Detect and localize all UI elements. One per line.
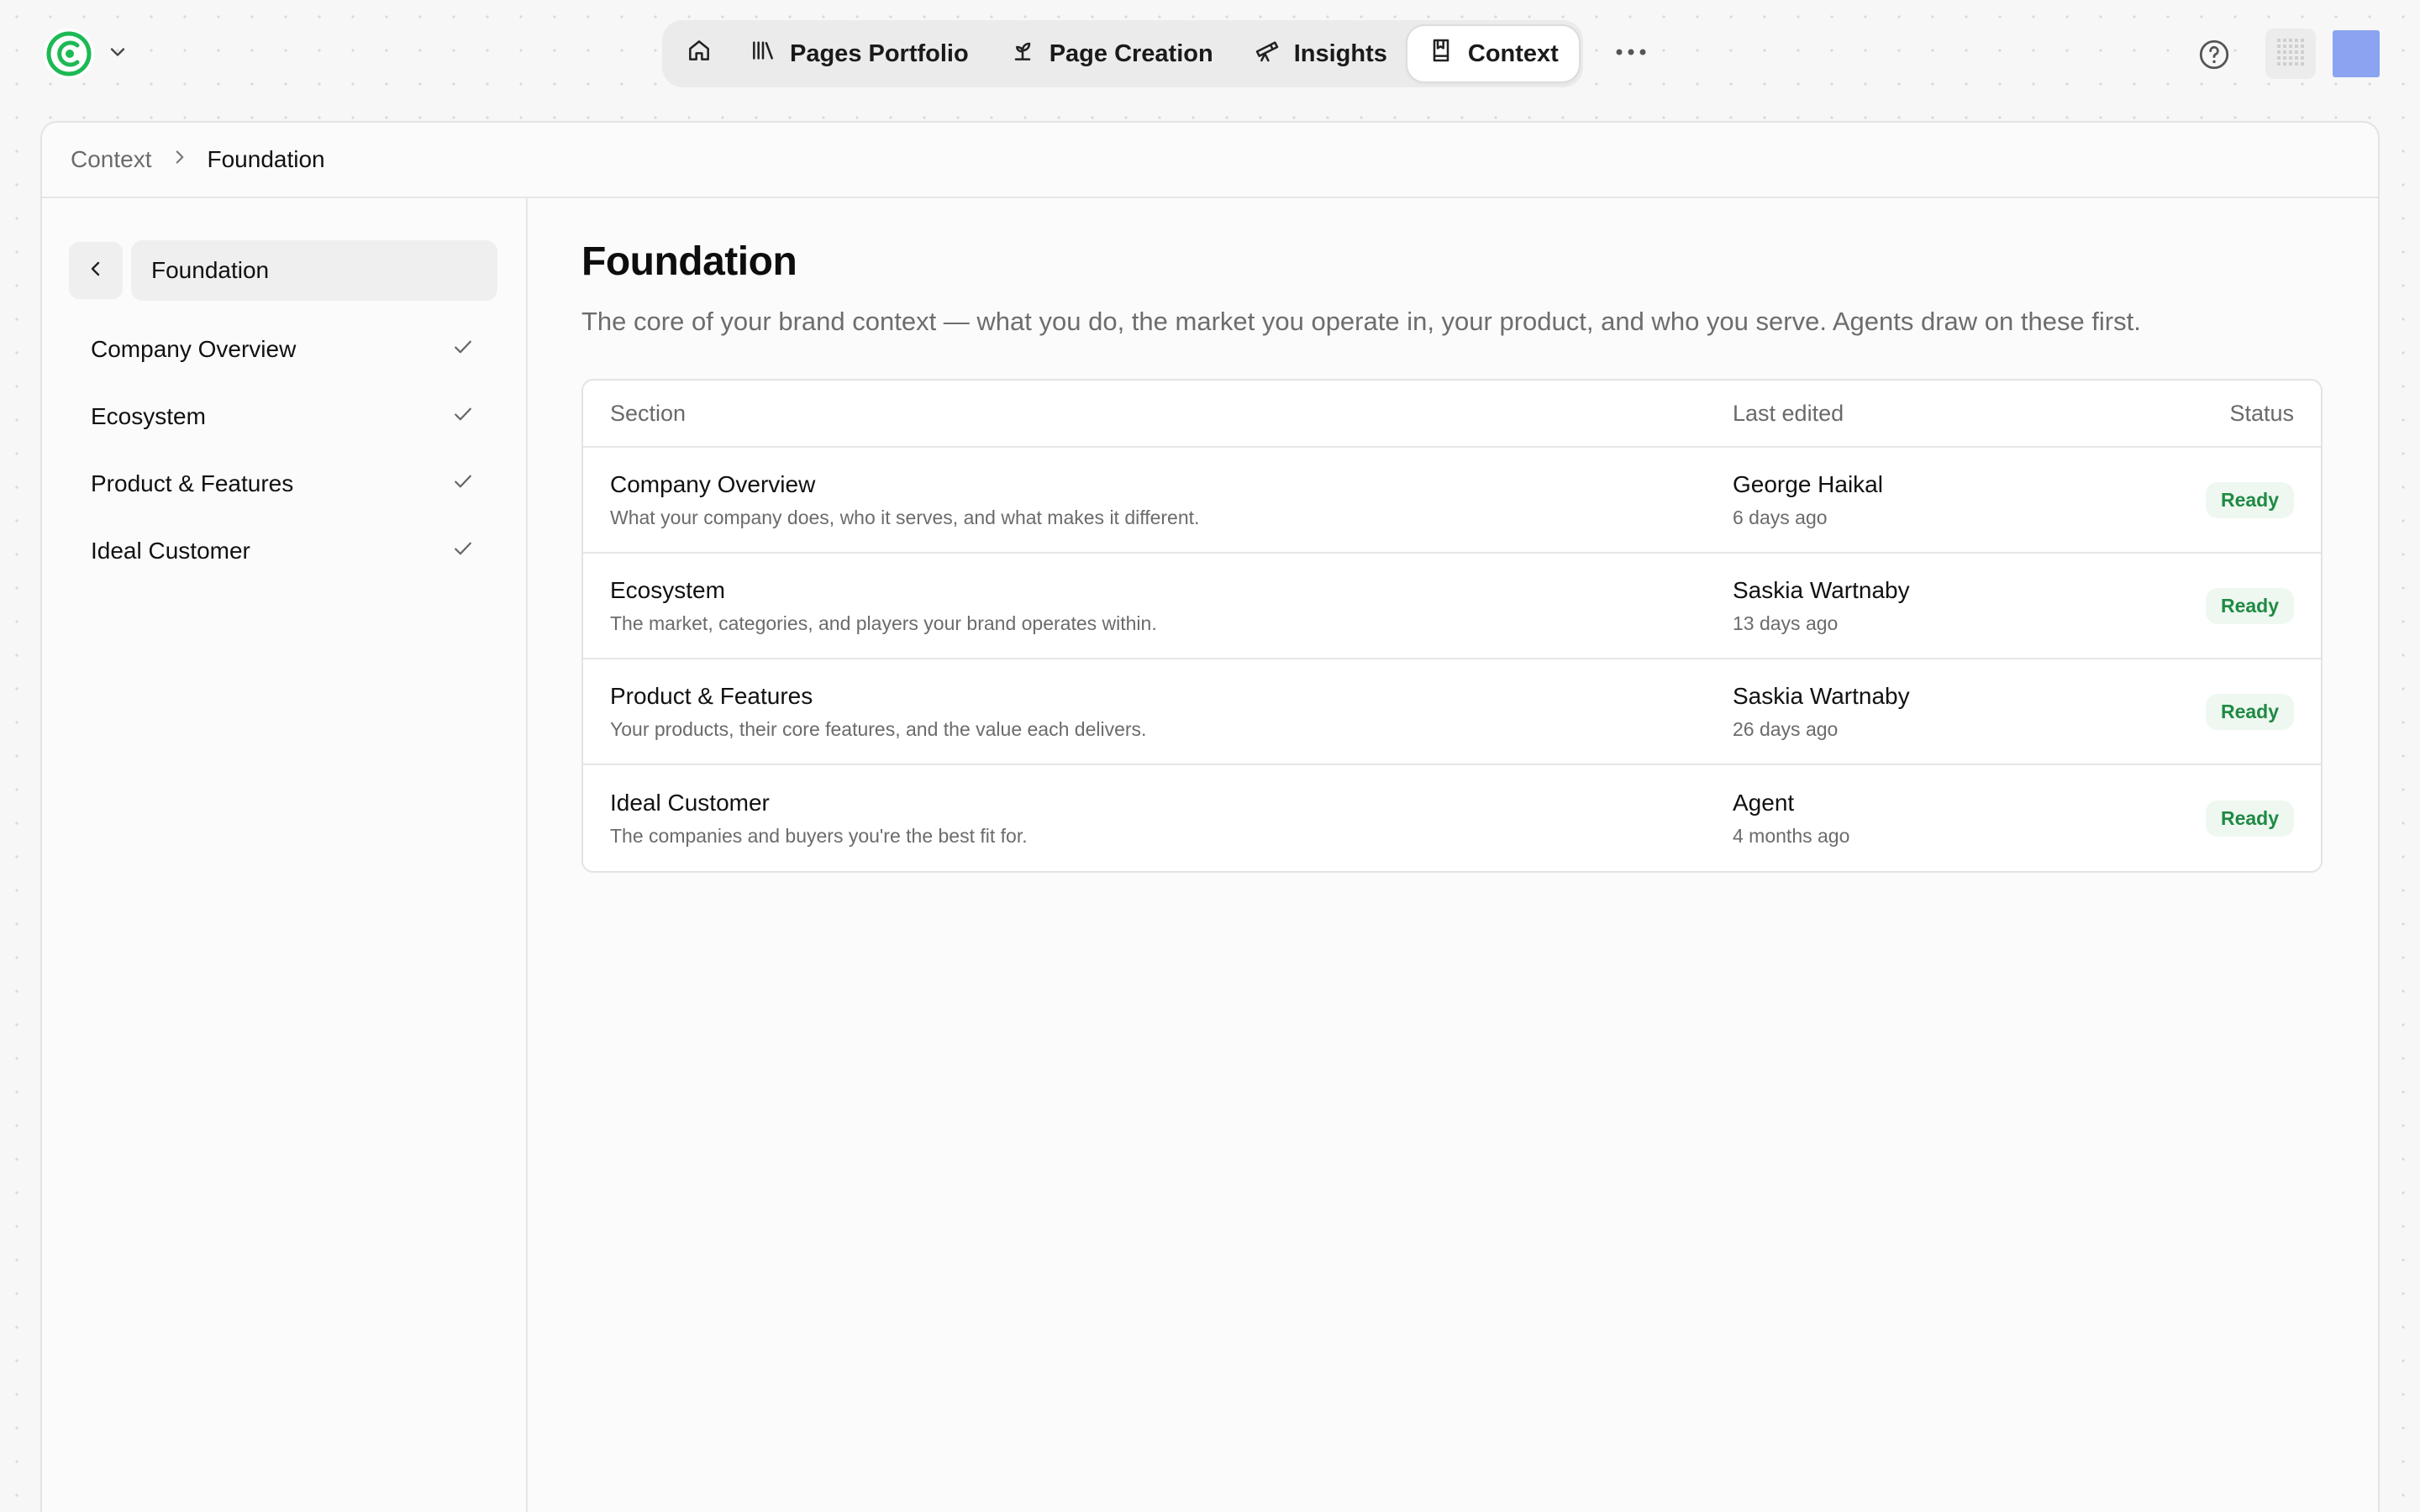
sidebar-item-label: Ideal Customer (91, 538, 250, 564)
content-area: Foundation Company Overview Ecosystem Pr… (42, 198, 2378, 1512)
row-title: Ecosystem (610, 576, 725, 603)
chevron-down-icon (106, 40, 129, 68)
more-horizontal-icon (1614, 46, 1648, 61)
breadcrumb-current: Foundation (207, 146, 325, 172)
row-description: The market, categories, and players your… (610, 612, 1157, 634)
check-icon (450, 402, 476, 433)
sidebar-item-ecosystem[interactable]: Ecosystem (69, 383, 497, 450)
status-badge: Ready (2205, 693, 2294, 730)
row-edit-cell: Saskia Wartnaby 26 days ago (1733, 683, 2160, 741)
more-options-button[interactable] (1610, 37, 1652, 71)
row-status-cell: Ready (2160, 800, 2294, 837)
sidebar: Foundation Company Overview Ecosystem Pr… (42, 198, 528, 1512)
table-row[interactable]: Ideal Customer The companies and buyers … (583, 765, 2321, 871)
telescope-icon (1254, 37, 1281, 71)
row-editor: Agent (1733, 789, 1795, 816)
column-header-last-edited: Last edited (1733, 400, 1844, 426)
nav-label: Context (1467, 39, 1559, 67)
status-badge: Ready (2205, 481, 2294, 518)
page-description: The core of your brand context — what yo… (581, 307, 2141, 336)
sidebar-title: Foundation (131, 240, 497, 301)
nav-label: Pages Portfolio (790, 39, 969, 67)
nav-label: Page Creation (1049, 39, 1213, 67)
row-section-cell: Product & Features Your products, their … (610, 683, 1733, 741)
chevron-left-icon (86, 259, 106, 283)
nav-pages-portfolio[interactable]: Pages Portfolio (729, 26, 989, 81)
row-editor: George Haikal (1733, 470, 1883, 497)
row-title: Company Overview (610, 470, 816, 497)
sidebar-item-company-overview[interactable]: Company Overview (69, 316, 497, 383)
help-button[interactable] (2196, 37, 2232, 72)
row-title: Product & Features (610, 682, 813, 709)
context-panel: Context Foundation Foundation Company Ov… (40, 121, 2380, 1512)
row-description: What your company does, who it serves, a… (610, 506, 1200, 528)
row-edit-cell: Saskia Wartnaby 13 days ago (1733, 577, 2160, 635)
sections-table: Section Last edited Status Company Overv… (581, 379, 2323, 873)
workspace-switcher[interactable] (44, 29, 129, 79)
row-status-cell: Ready (2160, 693, 2294, 730)
help-icon (2196, 39, 2232, 76)
sidebar-item-label: Ecosystem (91, 403, 206, 429)
column-header-section: Section (610, 400, 687, 426)
nav-home[interactable] (669, 26, 729, 81)
row-edited-time: 6 days ago (1733, 506, 1828, 528)
row-edit-cell: George Haikal 6 days ago (1733, 471, 2160, 529)
nav-page-creation[interactable]: Page Creation (989, 26, 1234, 81)
status-badge: Ready (2205, 587, 2294, 624)
user-avatar[interactable] (2333, 30, 2380, 77)
breadcrumb: Context Foundation (42, 123, 2378, 198)
back-button[interactable] (69, 242, 123, 299)
row-edited-time: 13 days ago (1733, 612, 1839, 634)
chevron-right-icon (169, 146, 191, 174)
check-icon (450, 469, 476, 500)
check-icon (450, 536, 476, 567)
row-section-cell: Company Overview What your company does,… (610, 471, 1733, 529)
table-row[interactable]: Ecosystem The market, categories, and pl… (583, 554, 2321, 659)
nav-context[interactable]: Context (1407, 26, 1579, 81)
row-editor: Saskia Wartnaby (1733, 576, 1910, 603)
row-description: Your products, their core features, and … (610, 717, 1147, 740)
status-badge: Ready (2205, 800, 2294, 837)
table-row[interactable]: Product & Features Your products, their … (583, 659, 2321, 765)
plant-icon (1009, 37, 1036, 71)
main-nav: Pages Portfolio Page Creation Insights C… (662, 20, 1583, 87)
row-description: The companies and buyers you're the best… (610, 824, 1028, 847)
top-bar: Pages Portfolio Page Creation Insights C… (0, 0, 2420, 109)
row-section-cell: Ecosystem The market, categories, and pl… (610, 577, 1733, 635)
row-status-cell: Ready (2160, 587, 2294, 624)
breadcrumb-context-link[interactable]: Context (71, 146, 152, 173)
nav-label: Insights (1293, 39, 1387, 67)
home-icon (686, 37, 713, 71)
row-title: Ideal Customer (610, 789, 770, 816)
sidebar-header: Foundation (69, 240, 497, 301)
row-editor: Saskia Wartnaby (1733, 682, 1910, 709)
grid-icon (2275, 37, 2306, 71)
row-status-cell: Ready (2160, 481, 2294, 518)
row-section-cell: Ideal Customer The companies and buyers … (610, 790, 1733, 848)
apps-grid-button[interactable] (2265, 29, 2316, 79)
sidebar-item-label: Product & Features (91, 470, 294, 496)
brand-logo (44, 29, 94, 79)
library-icon (750, 37, 776, 71)
row-edited-time: 26 days ago (1733, 717, 1839, 740)
row-edit-cell: Agent 4 months ago (1733, 790, 2160, 848)
table-header: Section Last edited Status (583, 381, 2321, 448)
sidebar-item-product-features[interactable]: Product & Features (69, 450, 497, 517)
check-icon (450, 334, 476, 365)
column-header-status: Status (2229, 400, 2294, 426)
page-title: Foundation (581, 239, 797, 284)
book-icon (1428, 37, 1455, 71)
main-content: Foundation The core of your brand contex… (528, 198, 2378, 1512)
row-edited-time: 4 months ago (1733, 824, 1850, 847)
nav-insights[interactable]: Insights (1234, 26, 1407, 81)
sidebar-item-label: Company Overview (91, 336, 297, 362)
sidebar-item-ideal-customer[interactable]: Ideal Customer (69, 517, 497, 585)
table-row[interactable]: Company Overview What your company does,… (583, 448, 2321, 554)
